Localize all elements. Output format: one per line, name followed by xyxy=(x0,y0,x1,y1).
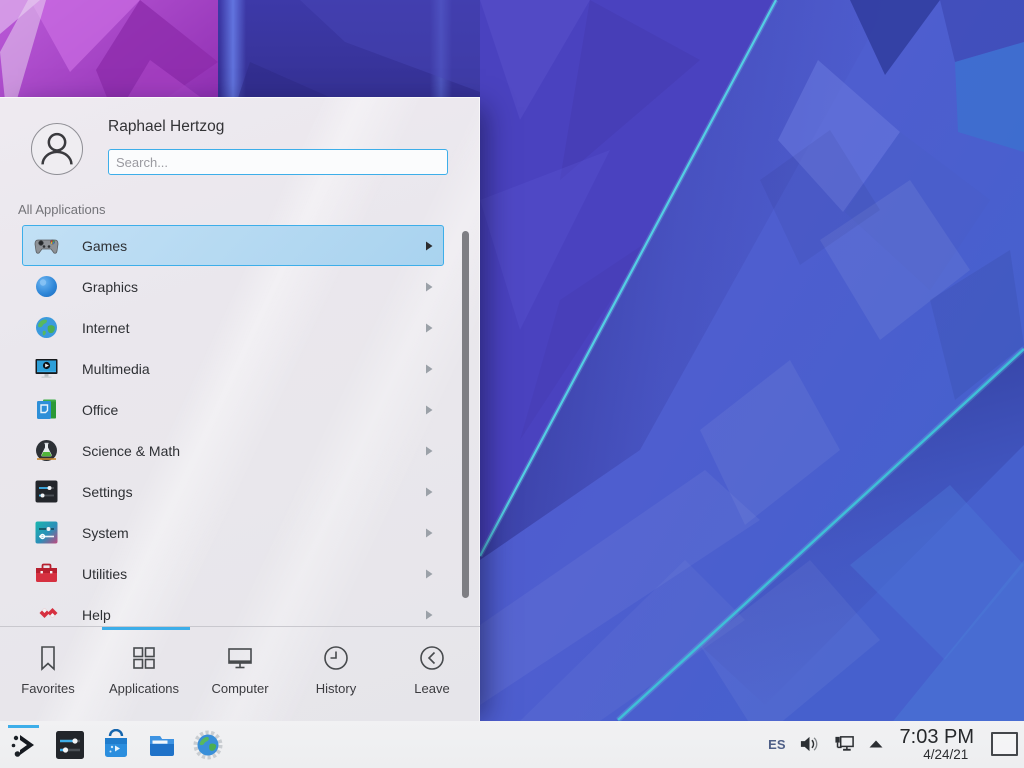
menu-item-label: System xyxy=(82,525,129,541)
software-center-icon xyxy=(100,729,132,761)
show-desktop-button[interactable] xyxy=(991,732,1018,756)
system-tray: ES 7:03 PM 4/24/21 xyxy=(768,727,1024,762)
menu-item-games[interactable]: Games xyxy=(22,225,444,266)
chevron-right-icon xyxy=(425,282,433,292)
file-manager-icon xyxy=(146,729,178,761)
tab-label: Applications xyxy=(109,681,179,696)
menu-item-help[interactable]: Help xyxy=(22,594,444,627)
user-name: Raphael Hertzog xyxy=(108,118,224,136)
menu-item-graphics[interactable]: Graphics xyxy=(22,266,444,307)
search-input[interactable] xyxy=(108,149,448,175)
settings-icon xyxy=(33,478,60,505)
tab-label: Computer xyxy=(211,681,268,696)
menu-item-label: Internet xyxy=(82,320,129,336)
tab-applications[interactable]: Applications xyxy=(96,630,192,722)
history-icon xyxy=(321,643,351,673)
scrollbar[interactable] xyxy=(462,231,469,598)
chevron-right-icon xyxy=(425,569,433,579)
web-browser-button[interactable] xyxy=(192,729,224,761)
computer-icon xyxy=(225,643,255,673)
system-icon xyxy=(33,519,60,546)
system-settings-button[interactable] xyxy=(54,729,86,761)
clock-date: 4/24/21 xyxy=(923,748,968,762)
menu-item-label: Science & Math xyxy=(82,443,180,459)
tab-history[interactable]: History xyxy=(288,630,384,722)
menu-item-label: Help xyxy=(82,607,111,623)
divider xyxy=(0,626,480,627)
expand-tray-caret-icon[interactable] xyxy=(869,740,883,748)
menu-item-science-math[interactable]: Science & Math xyxy=(22,430,444,471)
menu-item-multimedia[interactable]: Multimedia xyxy=(22,348,444,389)
chevron-right-icon xyxy=(425,323,433,333)
chevron-right-icon xyxy=(425,405,433,415)
software-center-button[interactable] xyxy=(100,729,132,761)
tab-label: Leave xyxy=(414,681,449,696)
app-launcher-button[interactable] xyxy=(8,729,40,761)
clock-time: 7:03 PM xyxy=(900,727,974,748)
menu-item-label: Office xyxy=(82,402,118,418)
menu-item-label: Graphics xyxy=(82,279,138,295)
office-icon xyxy=(33,396,60,423)
chevron-right-icon xyxy=(425,446,433,456)
tab-favorites[interactable]: Favorites xyxy=(0,630,96,722)
menu-item-label: Games xyxy=(82,238,127,254)
applications-icon xyxy=(129,643,159,673)
utilities-icon xyxy=(33,560,60,587)
app-launcher-icon xyxy=(8,729,40,761)
games-icon xyxy=(33,232,60,259)
system-settings-icon xyxy=(54,729,86,761)
category-list: Games Graphics Internet xyxy=(0,225,462,627)
menu-item-office[interactable]: Office xyxy=(22,389,444,430)
file-manager-button[interactable] xyxy=(146,729,178,761)
tab-label: Favorites xyxy=(21,681,74,696)
volume-icon[interactable] xyxy=(799,734,820,754)
taskbar-panel: ES 7:03 PM 4/24/21 xyxy=(0,721,1024,768)
tab-leave[interactable]: Leave xyxy=(384,630,480,722)
section-label: All Applications xyxy=(18,202,105,217)
multimedia-icon xyxy=(33,355,60,382)
menu-item-utilities[interactable]: Utilities xyxy=(22,553,444,594)
tab-label: History xyxy=(316,681,356,696)
user-avatar-icon[interactable] xyxy=(31,123,83,175)
graphics-icon xyxy=(33,273,60,300)
menu-item-label: Settings xyxy=(82,484,133,500)
menu-tabbar: Favorites Applications Computer History … xyxy=(0,630,480,722)
tab-computer[interactable]: Computer xyxy=(192,630,288,722)
digital-clock[interactable]: 7:03 PM 4/24/21 xyxy=(900,727,974,762)
menu-item-internet[interactable]: Internet xyxy=(22,307,444,348)
menu-item-settings[interactable]: Settings xyxy=(22,471,444,512)
science-icon xyxy=(33,437,60,464)
web-browser-icon xyxy=(192,729,224,761)
menu-item-label: Multimedia xyxy=(82,361,150,377)
menu-header: Raphael Hertzog xyxy=(0,98,479,187)
menu-item-label: Utilities xyxy=(82,566,127,582)
chevron-right-icon xyxy=(425,241,433,251)
favorites-icon xyxy=(33,643,63,673)
network-icon[interactable] xyxy=(833,734,856,755)
chevron-right-icon xyxy=(425,487,433,497)
desktop: Raphael Hertzog All Applications Games G… xyxy=(0,0,1024,768)
application-launcher-menu: Raphael Hertzog All Applications Games G… xyxy=(0,97,480,721)
leave-icon xyxy=(417,643,447,673)
help-icon xyxy=(33,601,60,627)
chevron-right-icon xyxy=(425,528,433,538)
chevron-right-icon xyxy=(425,610,433,620)
menu-item-system[interactable]: System xyxy=(22,512,444,553)
internet-icon xyxy=(33,314,60,341)
panel-launchers xyxy=(0,729,224,761)
chevron-right-icon xyxy=(425,364,433,374)
keyboard-layout-indicator[interactable]: ES xyxy=(768,737,785,752)
